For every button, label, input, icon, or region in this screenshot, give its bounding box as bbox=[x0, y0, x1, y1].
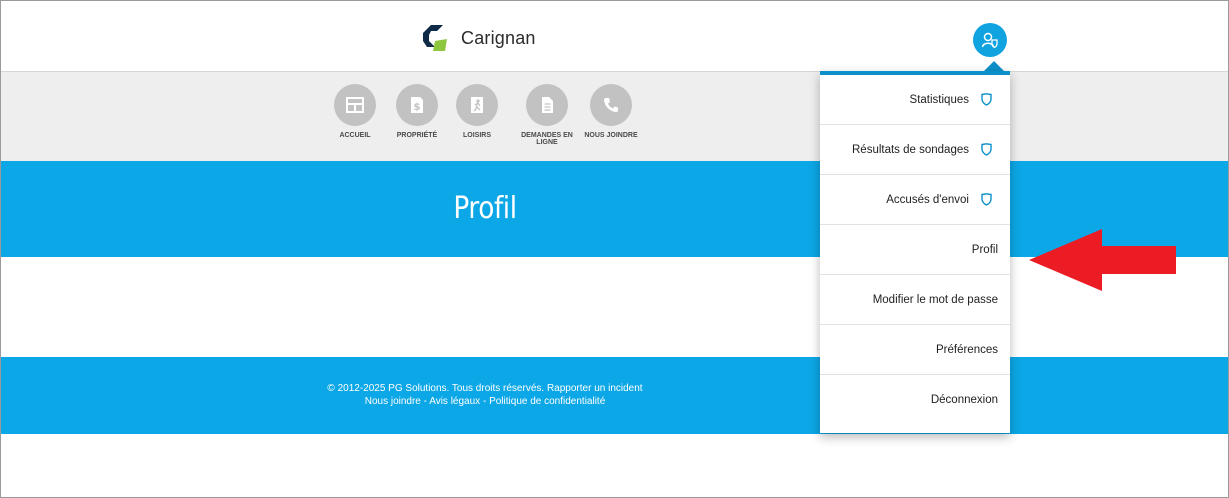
menu-item-resultats-de-sondages[interactable]: Résultats de sondages bbox=[820, 125, 1010, 175]
nav-item-loisirs[interactable]: LOISIRS bbox=[447, 84, 507, 139]
nav-label: LOISIRS bbox=[462, 132, 491, 139]
nav-circle bbox=[456, 84, 498, 126]
property-tax-icon: $ bbox=[411, 97, 423, 113]
nav-circle bbox=[334, 84, 376, 126]
nav-label-line: LIGNE bbox=[536, 139, 558, 146]
menu-item-preferences[interactable]: Préférences bbox=[820, 325, 1010, 375]
phone-icon bbox=[604, 98, 618, 112]
home-icon bbox=[346, 97, 364, 113]
svg-text:$: $ bbox=[414, 102, 421, 113]
user-dropdown-menu: Statistiques Résultats de sondages Accus… bbox=[820, 71, 1010, 433]
nav-item-nous-joindre[interactable]: NOUS JOINDRE bbox=[581, 84, 641, 139]
nav-circle bbox=[526, 84, 568, 126]
nav-item-propriete[interactable]: $ PROPRIÉTÉ bbox=[387, 84, 447, 139]
footer-separator: - bbox=[420, 396, 430, 407]
nav-circle bbox=[590, 84, 632, 126]
menu-item-statistiques[interactable]: Statistiques bbox=[820, 75, 1010, 125]
shield-icon bbox=[981, 193, 992, 206]
nav-item-accueil[interactable]: ACCUEIL bbox=[325, 84, 385, 139]
menu-item-label: Modifier le mot de passe bbox=[872, 293, 998, 306]
nav-label-line: DEMANDES EN bbox=[521, 132, 573, 139]
footer-copyright: © 2012-2025 PG Solutions. Tous droits ré… bbox=[327, 383, 545, 394]
menu-item-label: Déconnexion bbox=[930, 394, 998, 406]
menu-item-profil[interactable]: Profil bbox=[820, 225, 1010, 275]
privacy-policy-link[interactable]: Politique de confidentialité bbox=[489, 396, 605, 407]
menu-item-deconnexion[interactable]: Déconnexion bbox=[820, 375, 1010, 425]
footer-separator: - bbox=[480, 396, 490, 407]
nav-label: ACCUEIL bbox=[339, 132, 371, 139]
carignan-logo-icon bbox=[423, 25, 447, 51]
menu-item-label: Statistiques bbox=[909, 93, 969, 106]
document-icon bbox=[542, 97, 553, 113]
menu-item-label: Préférences bbox=[935, 343, 998, 356]
menu-item-label: Profil bbox=[971, 243, 998, 256]
nav-label: NOUS JOINDRE bbox=[584, 132, 638, 139]
menu-item-label: Accusés d'envoi bbox=[886, 193, 969, 206]
brand-name: Carignan bbox=[461, 27, 536, 48]
shield-icon bbox=[981, 143, 992, 156]
nav-label: DEMANDES EN LIGNE bbox=[521, 132, 573, 146]
page-title: Profil bbox=[453, 191, 517, 226]
dropdown-caret bbox=[984, 61, 1004, 71]
nav-item-demandes-en-ligne[interactable]: DEMANDES EN LIGNE bbox=[517, 84, 577, 146]
site-footer: © 2012-2025 PG Solutions. Tous droits ré… bbox=[1, 357, 1228, 434]
shield-icon bbox=[981, 93, 992, 106]
user-account-icon bbox=[981, 32, 998, 49]
main-navigation: ACCUEIL $ PROPRIÉTÉ LOISIRS DEMANDES EN … bbox=[1, 72, 1228, 161]
menu-item-label: Résultats de sondages bbox=[852, 143, 969, 156]
menu-item-accuses-d-envoi[interactable]: Accusés d'envoi bbox=[820, 175, 1010, 225]
leisure-icon bbox=[471, 97, 483, 113]
nav-label: PROPRIÉTÉ bbox=[396, 132, 438, 139]
brand-logo[interactable]: Carignan bbox=[421, 21, 536, 55]
menu-item-modifier-mot-de-passe[interactable]: Modifier le mot de passe bbox=[820, 275, 1010, 325]
browser-viewport: Carignan ACCUEIL $ PROPRIÉTÉ LOISIRS DEM… bbox=[0, 0, 1229, 498]
report-incident-link[interactable]: Rapporter un incident bbox=[547, 383, 643, 394]
site-header: Carignan bbox=[1, 1, 1228, 72]
nav-circle: $ bbox=[396, 84, 438, 126]
red-arrow-icon bbox=[1029, 229, 1176, 291]
legal-notice-link[interactable]: Avis légaux bbox=[429, 396, 480, 407]
contact-link[interactable]: Nous joindre bbox=[365, 396, 421, 407]
user-menu-button[interactable] bbox=[973, 23, 1007, 57]
